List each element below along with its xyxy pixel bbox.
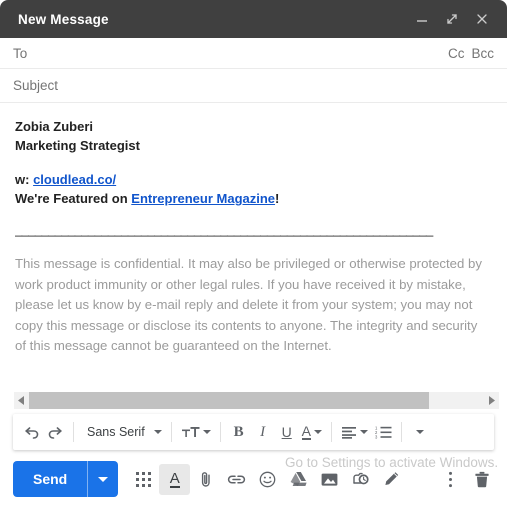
to-label: To	[13, 45, 28, 61]
page-title: New Message	[18, 11, 109, 27]
redo-icon[interactable]	[43, 418, 67, 446]
bold-label: B	[233, 423, 244, 440]
signature-name: Zobia Zuberi	[15, 119, 93, 134]
text-color-label: A	[301, 423, 312, 440]
subject-field-row[interactable]: Subject	[0, 69, 507, 103]
toolbar-divider	[170, 422, 172, 442]
text-color-selector[interactable]: A	[299, 418, 325, 446]
chevron-down-icon	[360, 430, 369, 434]
chevron-down-icon	[314, 430, 323, 434]
google-drive-icon[interactable]	[283, 464, 314, 495]
align-selector[interactable]	[338, 418, 371, 446]
insert-emoji-icon[interactable]	[252, 464, 283, 495]
close-button[interactable]	[469, 6, 495, 32]
horizontal-scrollbar[interactable]	[14, 392, 499, 409]
toolbar-divider	[331, 422, 333, 442]
insert-photo-icon[interactable]	[314, 464, 345, 495]
insert-signature-icon[interactable]	[376, 464, 407, 495]
chevron-down-icon	[153, 430, 162, 434]
cloudlead-link[interactable]: cloudlead.co/	[33, 172, 116, 187]
undo-icon[interactable]	[19, 418, 43, 446]
featured-prefix: We're Featured on	[15, 191, 128, 206]
signature-divider: ________________________________________…	[15, 222, 433, 237]
more-format-options-icon[interactable]	[408, 418, 432, 446]
compose-bottom-bar: Send A	[0, 450, 507, 508]
minimize-button[interactable]	[409, 6, 435, 32]
scrollbar-track[interactable]	[29, 392, 484, 409]
toolbar-divider	[219, 422, 221, 442]
cc-bcc-group: Cc Bcc	[448, 46, 494, 61]
scroll-right-arrow-icon[interactable]	[484, 392, 499, 409]
to-field-row[interactable]: To Cc Bcc	[0, 38, 507, 69]
chevron-down-icon	[202, 430, 211, 434]
underline-button[interactable]: U	[275, 418, 299, 446]
featured-suffix: !	[275, 191, 280, 206]
signature-spacer	[15, 155, 494, 170]
more-options-icon[interactable]	[435, 464, 466, 495]
italic-button[interactable]: I	[251, 418, 275, 446]
underline-label: U	[281, 424, 292, 440]
insert-link-icon[interactable]	[221, 464, 252, 495]
format-toolbar: Sans Serif B I U A 1 2 3	[13, 414, 494, 450]
confidentiality-disclaimer: This message is confidential. It may als…	[15, 256, 482, 353]
signature-web-line: w: cloudlead.co/	[15, 170, 494, 189]
bcc-button[interactable]: Bcc	[471, 46, 494, 61]
scroll-left-arrow-icon[interactable]	[14, 392, 29, 409]
scrollbar-thumb[interactable]	[29, 392, 430, 409]
compose-action-icons: A	[128, 463, 497, 495]
send-options-button[interactable]	[88, 461, 118, 497]
formatting-options-grid-icon[interactable]	[128, 464, 159, 495]
italic-label: I	[260, 423, 266, 440]
confidential-mode-icon[interactable]	[345, 464, 376, 495]
font-size-selector[interactable]	[178, 418, 214, 446]
toolbar-divider	[73, 422, 74, 442]
expand-button[interactable]	[439, 6, 465, 32]
attach-file-icon[interactable]	[190, 464, 221, 495]
text-format-icon[interactable]: A	[159, 463, 191, 495]
text-format-label: A	[169, 469, 180, 488]
signature-featured-line: We're Featured on Entrepreneur Magazine!	[15, 189, 494, 208]
window-controls	[409, 6, 495, 32]
font-family-selector[interactable]: Sans Serif	[80, 418, 165, 446]
compose-window: New Message To Cc Bcc Subject Zobia Zube…	[0, 0, 507, 508]
compose-title-bar: New Message	[0, 0, 507, 38]
chevron-down-icon	[98, 476, 109, 482]
discard-draft-icon[interactable]	[466, 464, 497, 495]
signature-role: Marketing Strategist	[15, 138, 140, 153]
entrepreneur-magazine-link[interactable]: Entrepreneur Magazine	[131, 191, 275, 206]
toolbar-divider	[401, 422, 403, 442]
cc-button[interactable]: Cc	[448, 46, 465, 61]
subject-label: Subject	[13, 78, 59, 93]
send-button-group[interactable]: Send	[13, 461, 119, 497]
bold-button[interactable]: B	[227, 418, 251, 446]
svg-text:3: 3	[375, 434, 378, 439]
signature-web-prefix: w:	[15, 172, 30, 187]
chevron-down-icon	[416, 430, 425, 434]
font-family-label: Sans Serif	[87, 425, 145, 439]
send-button[interactable]: Send	[13, 461, 87, 497]
message-body[interactable]: Zobia Zuberi Marketing Strategist w: clo…	[0, 103, 507, 392]
numbered-list-button[interactable]: 1 2 3	[371, 418, 395, 446]
